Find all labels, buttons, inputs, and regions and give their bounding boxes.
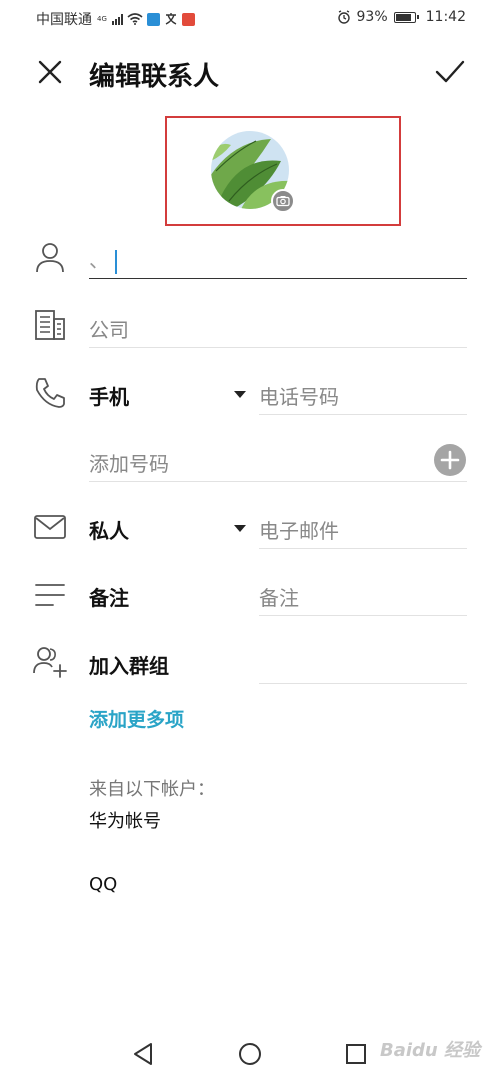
app-notification-icon — [181, 12, 195, 26]
watermark: Baidu 经验 — [380, 1040, 481, 1061]
note-label: 备注 — [89, 586, 129, 610]
home-icon[interactable] — [236, 1040, 264, 1068]
company-input[interactable]: 公司 — [89, 314, 129, 343]
carrier-label: 中国联通 — [36, 12, 92, 28]
battery-fill — [395, 13, 412, 21]
status-bar: 中国联通 4G 93% 11:42 — [0, 0, 500, 36]
clock: 11:42 — [425, 9, 466, 25]
check-icon[interactable] — [434, 58, 466, 86]
name-underline — [89, 278, 467, 279]
app-badge-icon — [146, 12, 160, 26]
phone-type-dropdown-icon[interactable] — [234, 391, 246, 398]
close-icon[interactable] — [36, 58, 64, 86]
company-icon — [35, 310, 65, 340]
wifi-icon — [127, 13, 143, 25]
group-underline — [259, 683, 467, 684]
translate-icon — [165, 13, 177, 25]
plus-icon — [440, 450, 460, 470]
status-right: 93% 11:42 — [337, 9, 466, 25]
name-value: 、 — [89, 248, 116, 272]
text-cursor — [115, 249, 118, 274]
alarm-icon — [337, 10, 350, 24]
signal-icon — [111, 13, 123, 25]
add-number-underline — [89, 481, 467, 482]
note-input[interactable]: 备注 — [259, 582, 299, 611]
page-title: 编辑联系人 — [89, 62, 220, 92]
email-underline — [259, 548, 467, 549]
back-icon[interactable] — [130, 1040, 158, 1068]
battery-icon — [393, 11, 419, 23]
note-icon — [35, 584, 65, 606]
accounts-section-label: 来自以下帐户： — [89, 779, 215, 800]
email-type-label: 私人 — [89, 519, 129, 543]
phone-icon — [35, 378, 65, 408]
battery-percent: 93% — [356, 9, 388, 25]
phone-type-label: 手机 — [89, 385, 129, 409]
status-left: 中国联通 4G — [36, 9, 195, 29]
email-input[interactable]: 电子邮件 — [259, 515, 339, 544]
email-type-dropdown-icon[interactable] — [234, 525, 246, 532]
add-group-icon — [33, 647, 67, 678]
add-number-button[interactable] — [434, 444, 466, 476]
company-underline — [89, 347, 467, 348]
add-more-fields-link[interactable]: 添加更多项 — [89, 705, 184, 732]
person-icon — [36, 243, 64, 273]
note-underline — [259, 615, 467, 616]
account-item-qq: QQ — [89, 874, 118, 895]
add-number-input[interactable]: 添加号码 — [89, 448, 169, 477]
recents-icon[interactable] — [342, 1040, 370, 1068]
phone-input[interactable]: 电话号码 — [259, 381, 339, 410]
camera-icon[interactable] — [271, 189, 295, 213]
group-label[interactable]: 加入群组 — [89, 650, 169, 679]
name-input[interactable]: 、 — [89, 244, 118, 274]
account-item-huawei: 华为帐号 — [89, 811, 161, 832]
network-type-label: 4G — [97, 15, 107, 23]
mail-icon — [34, 515, 66, 539]
phone-underline — [259, 414, 467, 415]
